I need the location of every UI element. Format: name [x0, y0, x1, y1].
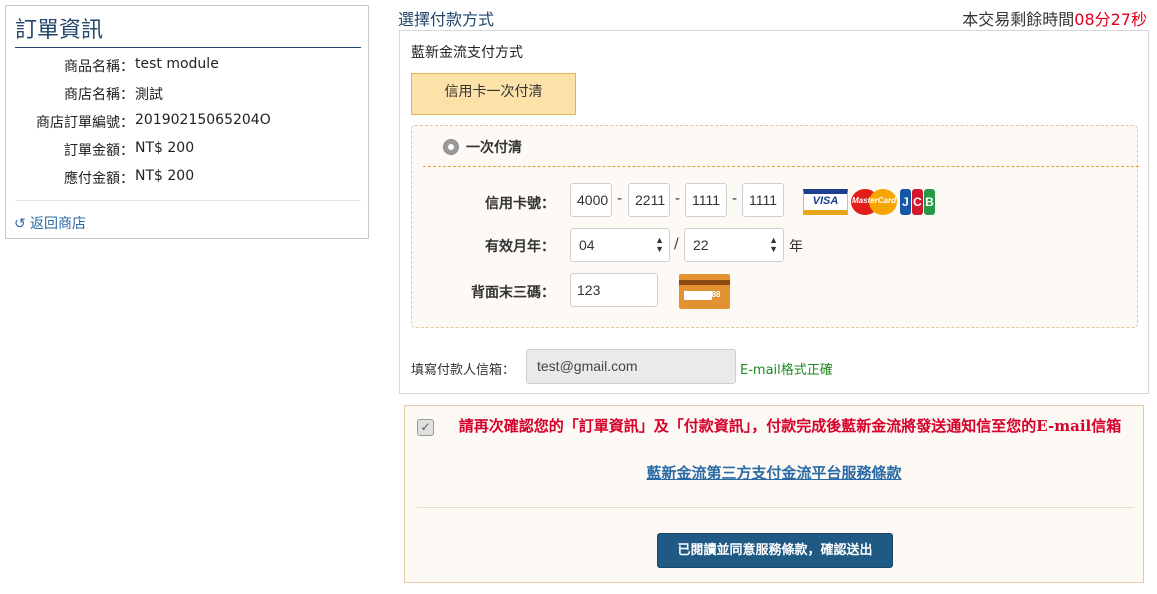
order-number-label: 商店訂單編號： — [36, 115, 134, 131]
order-info-title: 訂單資訊 — [15, 12, 361, 48]
select-arrows-icon: ▲ ▼ — [655, 235, 664, 254]
expiry-month-value: 04 — [579, 237, 595, 253]
card-number-field-2[interactable]: 2211 — [628, 183, 670, 217]
full-payment-label: 一次付清 — [466, 140, 522, 156]
order-row-store: 商店名稱： 測試 — [6, 84, 366, 106]
expiry-slash: / — [674, 236, 679, 252]
visa-logo: VISA — [803, 189, 848, 215]
checkmark-icon: ✓ — [420, 420, 431, 434]
order-row-product: 商品名稱： test module — [6, 56, 366, 78]
order-divider — [15, 200, 361, 201]
product-name-label: 商品名稱： — [64, 59, 134, 75]
jcb-logo: JCB — [900, 189, 936, 215]
card-number-field-4[interactable]: 1111 — [742, 183, 784, 217]
card-number-field-3[interactable]: 1111 — [685, 183, 727, 217]
card-number-label: 信用卡號： — [485, 196, 555, 212]
card-number-separator: - — [617, 191, 623, 207]
order-row-order-amount: 訂單金額： NT$ 200 — [6, 140, 366, 162]
terms-of-service-link[interactable]: 藍新金流第三方支付金流平台服務條款 — [405, 462, 1143, 483]
payable-amount-value: NT$ 200 — [135, 168, 195, 184]
countdown-timer: 本交易剩餘時間08分27秒 — [962, 6, 1147, 30]
undo-icon: ↺ — [14, 216, 26, 232]
confirm-notice: 請再次確認您的「訂單資訊」及「付款資訊」，付款完成後藍新金流將發送通知信至您的E… — [458, 417, 1122, 435]
expiry-label: 有效月年： — [485, 239, 555, 255]
card-back-cvv-icon: 888 — [679, 274, 730, 309]
confirm-checkbox[interactable]: ✓ — [417, 419, 434, 436]
card-number-separator: - — [675, 191, 681, 207]
card-number-separator: - — [732, 191, 738, 207]
order-row-order-number: 商店訂單編號： 20190215065204O — [6, 112, 366, 134]
payment-provider-title: 藍新金流支付方式 — [411, 45, 523, 61]
order-row-payable-amount: 應付金額： NT$ 200 — [6, 168, 366, 190]
credit-card-form: 一次付清 信用卡號： 4000 - 2211 - 1111 - 1111 VIS… — [411, 125, 1139, 328]
order-info-panel: 訂單資訊 商品名稱： test module 商店名稱： 測試 商店訂單編號： … — [5, 5, 369, 239]
select-arrows-icon: ▲ ▼ — [769, 235, 778, 254]
timer-value: 08分27秒 — [1074, 10, 1147, 29]
product-name-value: test module — [135, 56, 219, 72]
confirm-panel: ✓ 請再次確認您的「訂單資訊」及「付款資訊」，付款完成後藍新金流將發送通知信至您… — [404, 405, 1144, 583]
order-amount-label: 訂單金額： — [64, 143, 134, 159]
card-number-field-1[interactable]: 4000 — [570, 183, 612, 217]
payment-panel: 藍新金流支付方式 信用卡一次付清 一次付清 信用卡號： 4000 - 2211 … — [399, 30, 1149, 394]
confirm-divider — [417, 507, 1133, 508]
mastercard-logo: MasterCard — [851, 189, 897, 215]
card-form-divider — [423, 166, 1139, 167]
back-to-store-link[interactable]: ↺ 返回商店 — [14, 213, 86, 233]
expiry-year-select[interactable]: 22 ▲ ▼ — [684, 228, 784, 262]
timer-label: 本交易剩餘時間 — [962, 10, 1075, 29]
cvv-input[interactable]: 123 — [570, 273, 658, 307]
agree-and-submit-button[interactable]: 已閱讀並同意服務條款，確認送出 — [657, 533, 893, 568]
expiry-year-suffix: 年 — [789, 239, 803, 255]
back-to-store-label: 返回商店 — [30, 216, 86, 232]
payment-method-heading: 選擇付款方式 — [398, 10, 495, 29]
order-amount-value: NT$ 200 — [135, 140, 195, 156]
credit-card-full-payment-tab[interactable]: 信用卡一次付清 — [411, 73, 576, 115]
expiry-year-value: 22 — [693, 237, 709, 253]
payer-email-label: 填寫付款人信箱： — [411, 363, 516, 378]
order-number-value: 20190215065204O — [135, 112, 271, 128]
store-name-value: 測試 — [135, 87, 163, 103]
store-name-label: 商店名稱： — [64, 87, 134, 103]
cvv-label: 背面末三碼： — [471, 285, 555, 301]
email-valid-status: E-mail格式正確 — [740, 363, 833, 378]
payer-email-input[interactable]: test@gmail.com — [526, 349, 736, 384]
expiry-month-select[interactable]: 04 ▲ ▼ — [570, 228, 670, 262]
full-payment-radio[interactable] — [443, 139, 459, 155]
payable-amount-label: 應付金額： — [64, 171, 134, 187]
